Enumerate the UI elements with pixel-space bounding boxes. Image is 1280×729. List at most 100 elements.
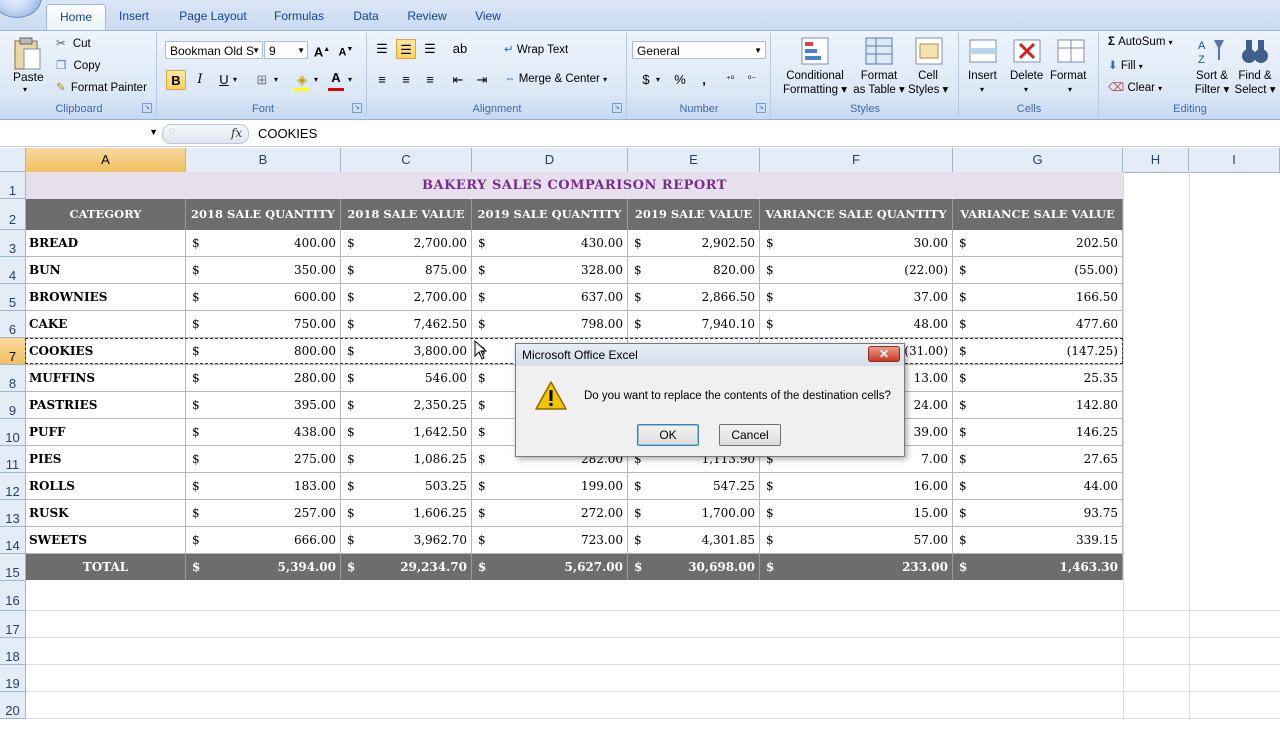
row-header-5[interactable]: 5 — [0, 284, 26, 311]
column-title[interactable]: CATEGORY — [26, 199, 186, 230]
column-header-i[interactable]: I — [1189, 148, 1280, 172]
cell-styles-button[interactable]: Cell Styles ▾ — [908, 70, 948, 96]
formula-cancel-icon[interactable]: ◌ — [169, 125, 176, 137]
row-header-10[interactable]: 10 — [0, 419, 26, 446]
value-cell[interactable]: $339.15 — [953, 527, 1123, 554]
value-cell[interactable]: $16.00 — [760, 473, 953, 500]
value-cell[interactable]: $820.00 — [628, 257, 760, 284]
font-color-icon[interactable]: A — [326, 68, 346, 88]
value-cell[interactable]: $7,462.50 — [341, 311, 472, 338]
name-box[interactable]: ▼ — [0, 122, 160, 144]
total-value-cell[interactable]: $30,698.00 — [628, 554, 760, 580]
value-cell[interactable]: $257.00 — [186, 500, 341, 527]
value-cell[interactable]: $1,086.25 — [341, 446, 472, 473]
bold-button[interactable]: B — [166, 70, 186, 90]
insert-cells-icon[interactable] — [968, 36, 998, 66]
value-cell[interactable]: $2,350.25 — [341, 392, 472, 419]
currency-dropdown-icon[interactable]: ▾ — [656, 75, 660, 84]
category-cell[interactable]: BUN — [26, 257, 186, 284]
wrap-text-button[interactable]: ↵ Wrap Text — [504, 42, 568, 56]
find-select-button[interactable]: Find & Select ▾ — [1234, 70, 1276, 96]
align-left-icon[interactable]: ≡ — [372, 70, 392, 90]
report-title[interactable]: BAKERY SALES COMPARISON REPORT — [26, 172, 1123, 199]
currency-button[interactable]: $ — [636, 70, 656, 90]
value-cell[interactable]: $280.00 — [186, 365, 341, 392]
value-cell[interactable]: $202.50 — [953, 230, 1123, 257]
insert-dropdown-icon[interactable]: ▾ — [980, 85, 984, 94]
insert-function-icon[interactable]: fx — [231, 126, 242, 140]
value-cell[interactable]: $798.00 — [472, 311, 628, 338]
value-cell[interactable]: $875.00 — [341, 257, 472, 284]
value-cell[interactable]: $637.00 — [472, 284, 628, 311]
value-cell[interactable]: $350.00 — [186, 257, 341, 284]
value-cell[interactable]: $2,700.00 — [341, 284, 472, 311]
value-cell[interactable]: $400.00 — [186, 230, 341, 257]
row-header-15[interactable]: 15 — [0, 554, 26, 581]
tab-formulas[interactable]: Formulas — [268, 4, 330, 30]
value-cell[interactable]: $ (22.00) — [760, 257, 953, 284]
value-cell[interactable]: $48.00 — [760, 311, 953, 338]
tab-data[interactable]: Data — [346, 4, 386, 30]
align-top-icon[interactable]: ☰ — [372, 39, 392, 59]
copy-button[interactable]: ❐ Copy — [56, 58, 100, 72]
row-header-7[interactable]: 7 — [0, 338, 26, 365]
value-cell[interactable]: $2,866.50 — [628, 284, 760, 311]
paste-icon[interactable] — [12, 35, 42, 71]
tab-page-layout[interactable]: Page Layout — [174, 4, 252, 30]
value-cell[interactable]: $27.65 — [953, 446, 1123, 473]
category-cell[interactable]: COOKIES — [26, 338, 186, 365]
underline-button[interactable]: U — [214, 70, 234, 90]
value-cell[interactable]: $275.00 — [186, 446, 341, 473]
fill-button[interactable]: ⬇ Fill ▾ — [1108, 58, 1143, 72]
category-cell[interactable]: PIES — [26, 446, 186, 473]
font-dialog-launcher-icon[interactable]: ↘ — [352, 103, 362, 113]
total-value-cell[interactable]: $29,234.70 — [341, 554, 472, 580]
tab-view[interactable]: View — [468, 4, 508, 30]
format-cells-button[interactable]: Format — [1050, 70, 1086, 82]
increase-decimal-icon[interactable]: ⁺⁰ — [720, 70, 740, 90]
row-header-20[interactable]: 20 — [0, 692, 26, 719]
row-header-17[interactable]: 17 — [0, 611, 26, 638]
delete-cells-button[interactable]: Delete — [1010, 70, 1043, 82]
column-header-h[interactable]: H — [1123, 148, 1189, 172]
fill-color-dropdown-icon[interactable]: ▾ — [314, 75, 318, 84]
row-header-19[interactable]: 19 — [0, 665, 26, 692]
row-header-9[interactable]: 9 — [0, 392, 26, 419]
value-cell[interactable]: $723.00 — [472, 527, 628, 554]
borders-icon[interactable]: ⊞ — [252, 70, 272, 90]
decrease-decimal-icon[interactable]: ⁰⁻ — [742, 70, 762, 90]
comma-button[interactable]: , — [694, 70, 714, 90]
number-format-select[interactable]: General ▼ — [632, 41, 766, 59]
value-cell[interactable]: $1,642.50 — [341, 419, 472, 446]
ok-button[interactable]: OK — [637, 424, 699, 446]
column-title[interactable]: 2018 SALE VALUE — [341, 199, 472, 230]
cancel-button[interactable]: Cancel — [719, 424, 781, 446]
grow-font-icon[interactable]: A▲ — [312, 40, 332, 60]
value-cell[interactable]: $546.00 — [341, 365, 472, 392]
value-cell[interactable]: $166.50 — [953, 284, 1123, 311]
shrink-font-icon[interactable]: A▼ — [336, 40, 356, 60]
row-header-8[interactable]: 8 — [0, 365, 26, 392]
conditional-formatting-button[interactable]: Conditional Formatting ▾ — [782, 70, 848, 96]
row-header-18[interactable]: 18 — [0, 638, 26, 665]
category-cell[interactable]: SWEETS — [26, 527, 186, 554]
value-cell[interactable]: $ (147.25) — [953, 338, 1123, 365]
name-box-dropdown-icon[interactable]: ▼ — [149, 122, 158, 142]
category-cell[interactable]: RUSK — [26, 500, 186, 527]
total-value-cell[interactable]: $1,463.30 — [953, 554, 1123, 580]
row-header-13[interactable]: 13 — [0, 500, 26, 527]
orientation-icon[interactable]: ab — [450, 39, 470, 59]
sort-filter-button[interactable]: Sort & Filter ▾ — [1192, 70, 1232, 96]
value-cell[interactable]: $328.00 — [472, 257, 628, 284]
font-family-select[interactable]: Bookman Old S ▼ — [165, 41, 263, 59]
align-center-icon[interactable]: ≡ — [396, 70, 416, 90]
percent-button[interactable]: % — [670, 70, 690, 90]
value-cell[interactable]: $503.25 — [341, 473, 472, 500]
column-title[interactable]: 2018 SALE QUANTITY — [186, 199, 341, 230]
value-cell[interactable]: $2,902.50 — [628, 230, 760, 257]
row-header-12[interactable]: 12 — [0, 473, 26, 500]
insert-cells-button[interactable]: Insert — [968, 70, 997, 82]
value-cell[interactable]: $1,606.25 — [341, 500, 472, 527]
value-cell[interactable]: $ (55.00) — [953, 257, 1123, 284]
select-all-corner[interactable] — [0, 148, 26, 172]
